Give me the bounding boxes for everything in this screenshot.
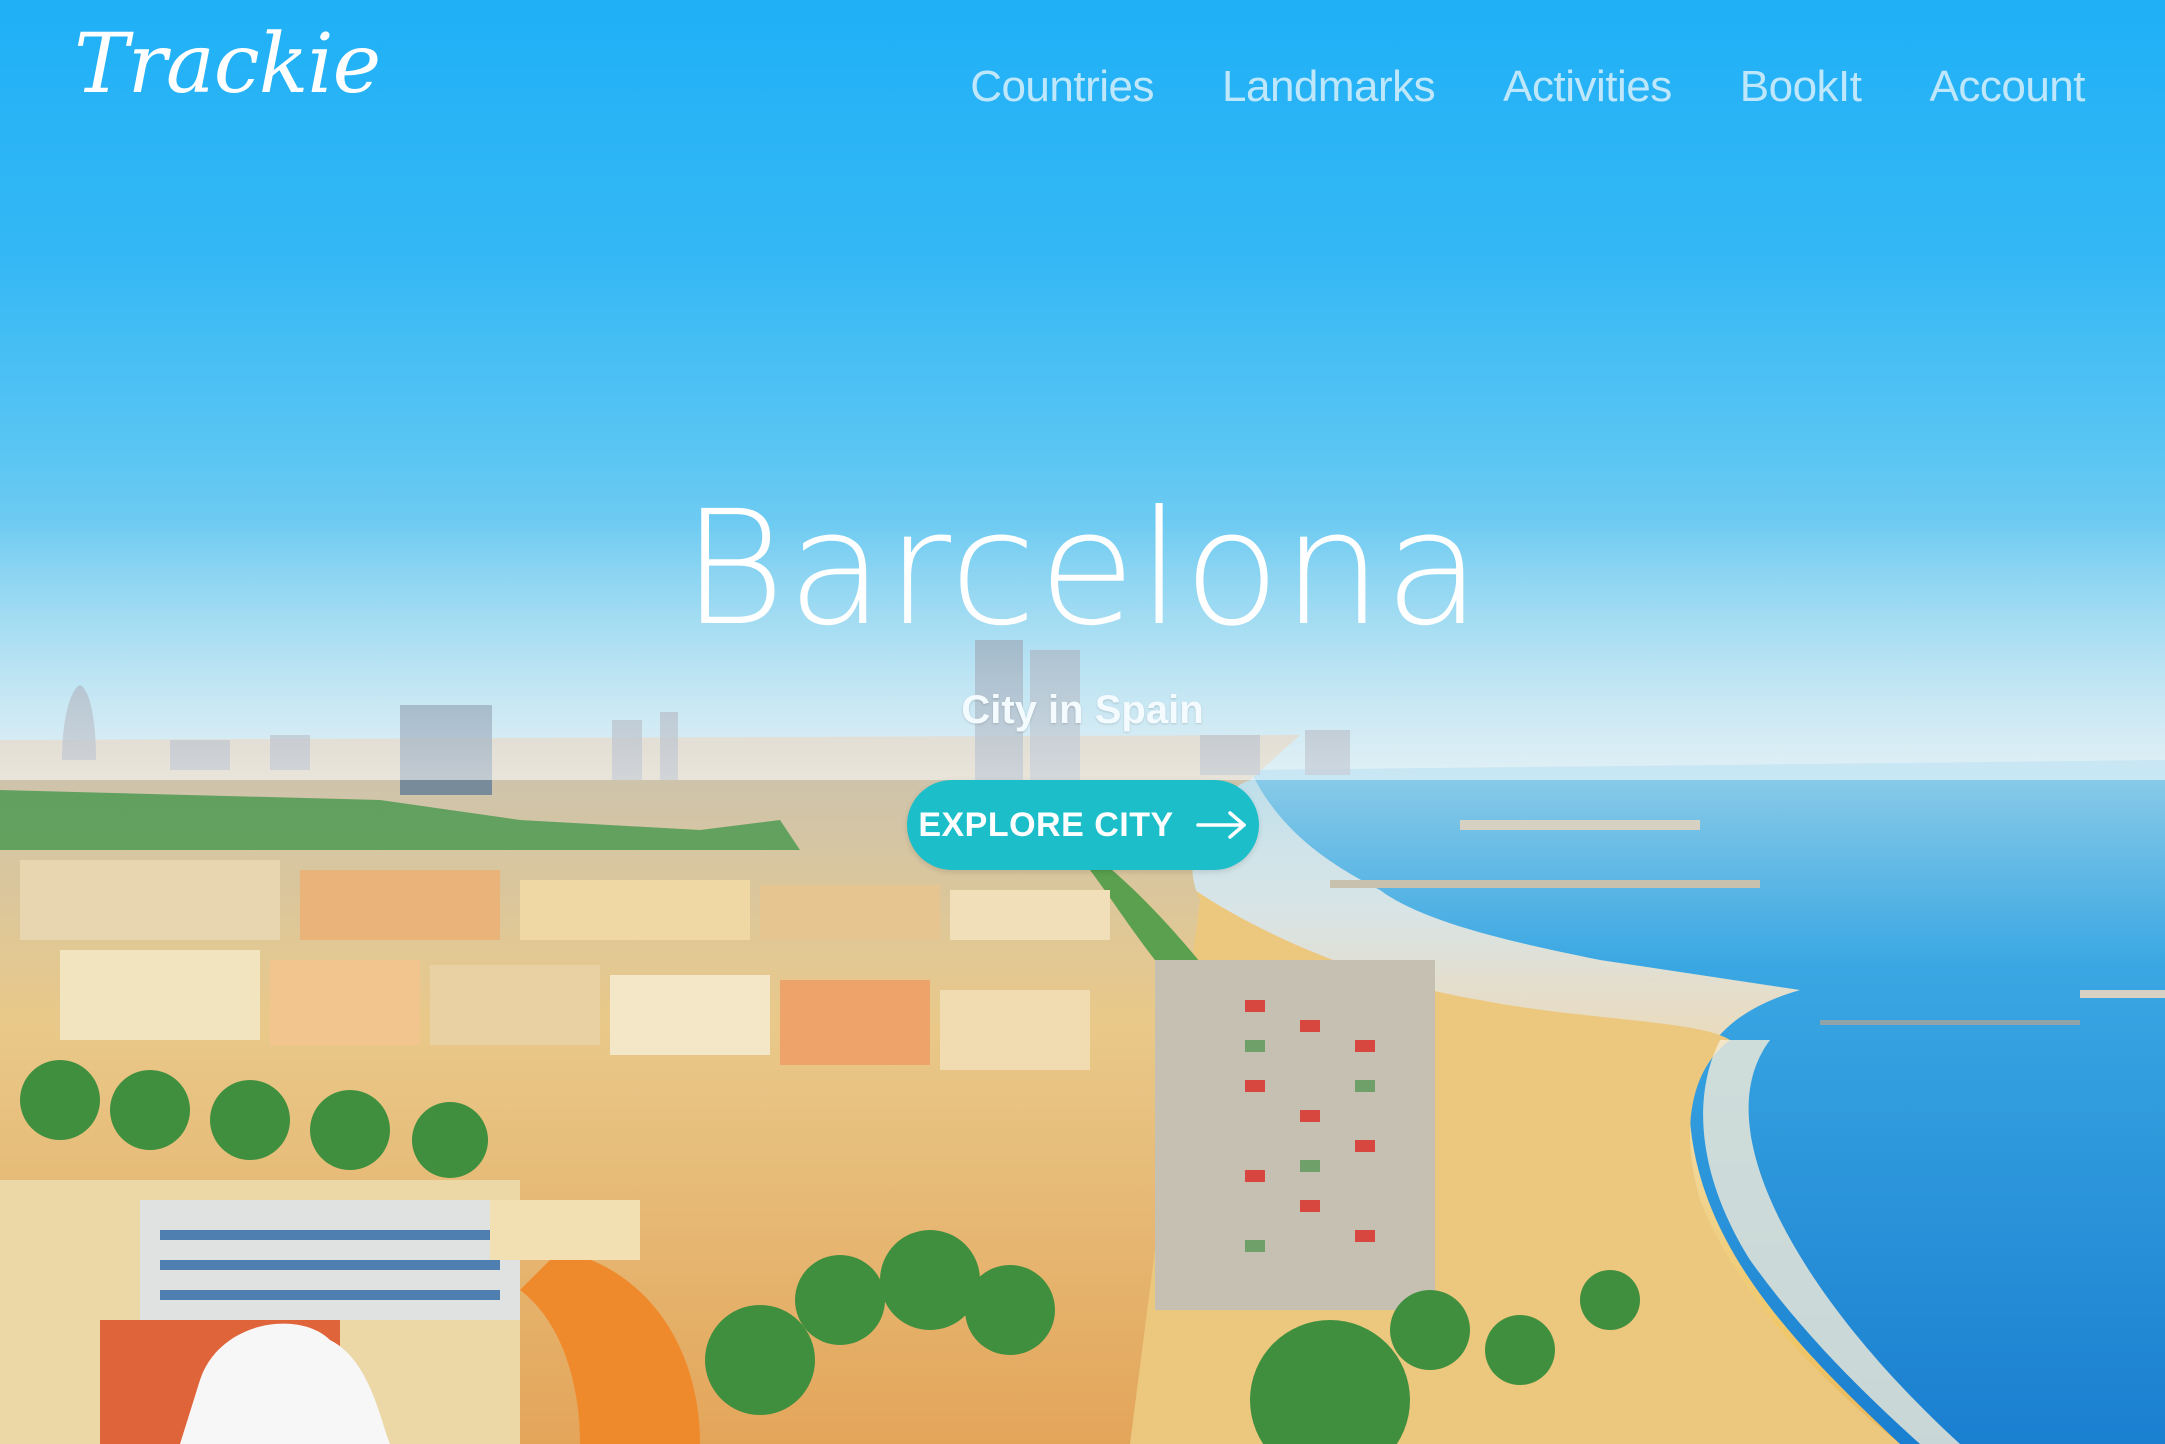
nav-item-account[interactable]: Account bbox=[1930, 62, 2086, 112]
explore-city-label: EXPLORE CITY bbox=[918, 805, 1174, 844]
top-navigation: Trackie Countries Landmarks Activities B… bbox=[0, 0, 2165, 180]
hero-subtitle: City in Spain bbox=[961, 688, 1204, 732]
nav-item-landmarks[interactable]: Landmarks bbox=[1222, 62, 1436, 112]
nav-item-countries[interactable]: Countries bbox=[970, 62, 1154, 112]
landing-page: Trackie Countries Landmarks Activities B… bbox=[0, 0, 2165, 1444]
nav-menu: Countries Landmarks Activities BookIt Ac… bbox=[970, 62, 2085, 112]
nav-item-activities[interactable]: Activities bbox=[1503, 62, 1672, 112]
brand-logo[interactable]: Trackie bbox=[74, 24, 381, 106]
arrow-right-icon bbox=[1195, 811, 1246, 839]
hero-title: Barcelona bbox=[681, 477, 1484, 661]
hero-section: Barcelona City in Spain bbox=[0, 490, 2165, 733]
explore-city-button[interactable]: EXPLORE CITY bbox=[907, 780, 1259, 870]
nav-item-bookit[interactable]: BookIt bbox=[1740, 62, 1862, 112]
